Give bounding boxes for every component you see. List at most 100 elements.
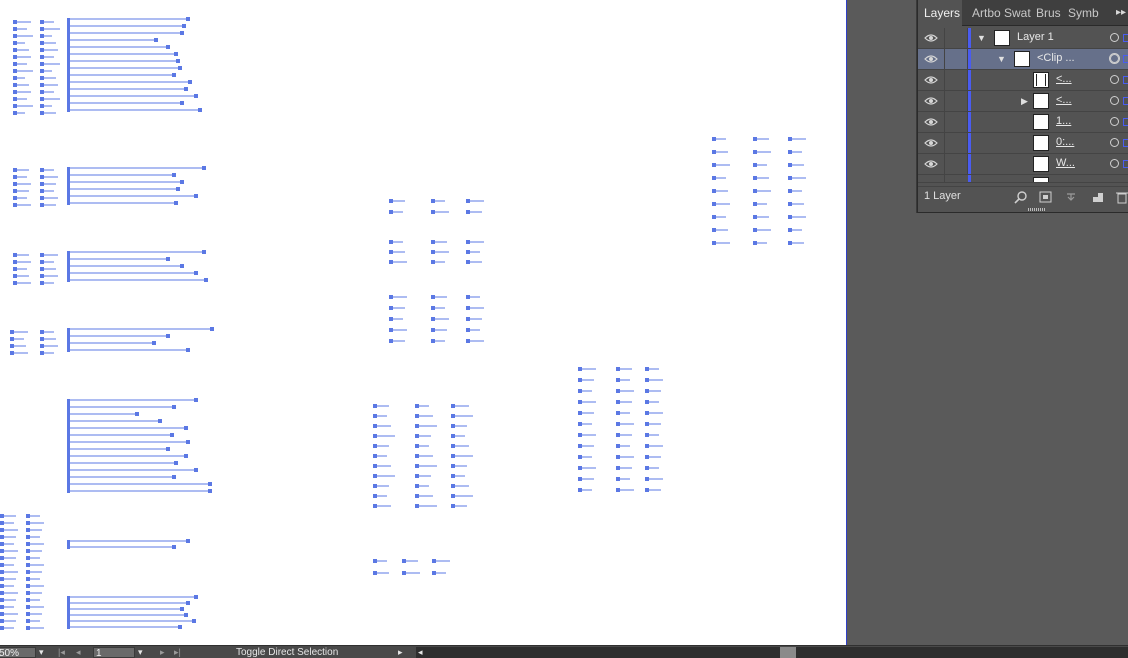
anchor-point[interactable] <box>166 334 170 338</box>
visibility-eye-icon[interactable] <box>918 49 945 69</box>
anchor-point[interactable] <box>186 601 190 605</box>
selection-indicator-square[interactable] <box>1123 139 1128 147</box>
target-circle-icon[interactable] <box>1110 159 1119 168</box>
next-artboard-icon[interactable]: ▸ <box>160 647 165 658</box>
selected-artwork[interactable] <box>0 0 846 645</box>
anchor-point[interactable] <box>186 539 190 543</box>
visibility-eye-icon[interactable] <box>918 175 945 182</box>
layer-row[interactable]: ▼ <Clip ... <box>918 49 1128 70</box>
anchor-point[interactable] <box>186 348 190 352</box>
layer-row[interactable]: ▶ <... <box>918 91 1128 112</box>
layer-row[interactable]: 0:... <box>918 133 1128 154</box>
anchor-point[interactable] <box>172 475 176 479</box>
path-segment[interactable] <box>67 251 70 282</box>
anchor-point[interactable] <box>204 278 208 282</box>
lock-toggle[interactable] <box>945 154 968 174</box>
path-segment[interactable] <box>67 328 70 352</box>
anchor-point[interactable] <box>174 201 178 205</box>
lock-toggle[interactable] <box>945 70 968 90</box>
anchor-point[interactable] <box>178 66 182 70</box>
target-circle-icon[interactable] <box>1110 75 1119 84</box>
target-circle-icon[interactable] <box>1110 54 1119 63</box>
zoom-dropdown-chevron-icon[interactable]: ▾ <box>39 647 44 658</box>
anchor-point[interactable] <box>186 440 190 444</box>
disclosure-triangle-expanded-icon[interactable]: ▼ <box>977 34 986 43</box>
horizontal-scrollbar[interactable]: ◂ <box>416 647 1128 658</box>
anchor-point[interactable] <box>186 17 190 21</box>
make-clipping-mask-icon[interactable] <box>1039 190 1053 204</box>
zoom-field[interactable]: 50% <box>0 647 36 658</box>
anchor-point[interactable] <box>194 94 198 98</box>
anchor-point[interactable] <box>188 80 192 84</box>
lock-toggle[interactable] <box>945 112 968 132</box>
first-artboard-icon[interactable]: |◂ <box>58 647 65 658</box>
scroll-left-icon[interactable]: ◂ <box>418 647 423 658</box>
anchor-point[interactable] <box>184 426 188 430</box>
anchor-point[interactable] <box>182 24 186 28</box>
panel-menu-double-chevron-icon[interactable]: ▸▸ <box>1113 0 1128 25</box>
visibility-eye-icon[interactable] <box>918 28 945 48</box>
anchor-point[interactable] <box>170 433 174 437</box>
anchor-point[interactable] <box>192 619 196 623</box>
anchor-point[interactable] <box>198 108 202 112</box>
panel-resize-grip[interactable] <box>1028 208 1046 211</box>
artboard-dropdown-chevron-icon[interactable]: ▾ <box>138 647 143 658</box>
disclosure-triangle-expanded-icon[interactable]: ▼ <box>997 55 1006 64</box>
anchor-point[interactable] <box>184 87 188 91</box>
visibility-eye-icon[interactable] <box>918 133 945 153</box>
anchor-point[interactable] <box>202 250 206 254</box>
anchor-point[interactable] <box>208 482 212 486</box>
visibility-eye-icon[interactable] <box>918 91 945 111</box>
anchor-point[interactable] <box>202 166 206 170</box>
anchor-point[interactable] <box>180 31 184 35</box>
path-segment[interactable] <box>67 540 70 549</box>
lock-toggle[interactable] <box>945 28 968 48</box>
layer-name[interactable]: <... <box>1056 73 1072 85</box>
anchor-point[interactable] <box>194 468 198 472</box>
anchor-point[interactable] <box>158 419 162 423</box>
layer-row-partial[interactable] <box>918 175 1128 183</box>
artboard-canvas[interactable] <box>0 0 847 645</box>
anchor-point[interactable] <box>194 595 198 599</box>
layer-row[interactable]: W... <box>918 154 1128 175</box>
anchor-point[interactable] <box>172 405 176 409</box>
anchor-point[interactable] <box>174 461 178 465</box>
layer-row[interactable]: <... <box>918 70 1128 91</box>
artboard-number-field[interactable]: 1 <box>93 647 135 658</box>
layer-row[interactable]: 1... <box>918 112 1128 133</box>
anchor-point[interactable] <box>184 613 188 617</box>
selection-indicator-square[interactable] <box>1123 34 1128 42</box>
selection-indicator-square[interactable] <box>1123 76 1128 84</box>
path-segment[interactable] <box>67 399 70 493</box>
target-circle-icon[interactable] <box>1110 138 1119 147</box>
locate-object-icon[interactable] <box>1014 190 1028 204</box>
anchor-point[interactable] <box>172 173 176 177</box>
lock-toggle[interactable] <box>945 133 968 153</box>
delete-trash-icon[interactable] <box>1115 190 1128 204</box>
anchor-point[interactable] <box>166 447 170 451</box>
layer-name[interactable]: 1... <box>1056 115 1071 127</box>
layer-name[interactable]: Layer 1 <box>1017 31 1054 43</box>
layer-name[interactable]: <... <box>1056 94 1072 106</box>
selection-indicator-square[interactable] <box>1123 160 1128 168</box>
tab-layers[interactable]: Layers <box>918 0 962 26</box>
anchor-point[interactable] <box>152 341 156 345</box>
anchor-point[interactable] <box>180 101 184 105</box>
visibility-eye-icon[interactable] <box>918 70 945 90</box>
anchor-point[interactable] <box>180 607 184 611</box>
anchor-point[interactable] <box>176 187 180 191</box>
anchor-point[interactable] <box>184 454 188 458</box>
anchor-point[interactable] <box>166 257 170 261</box>
disclosure-triangle-collapsed-icon[interactable]: ▶ <box>1021 97 1028 106</box>
layer-name[interactable]: W... <box>1056 157 1075 169</box>
layer-name[interactable]: <Clip ... <box>1037 52 1075 64</box>
selection-indicator-square[interactable] <box>1123 118 1128 126</box>
target-circle-icon[interactable] <box>1110 96 1119 105</box>
lock-toggle[interactable] <box>945 91 968 111</box>
layer-name[interactable]: 0:... <box>1056 136 1074 148</box>
anchor-point[interactable] <box>154 38 158 42</box>
anchor-point[interactable] <box>178 625 182 629</box>
selection-indicator-square[interactable] <box>1123 55 1128 63</box>
anchor-point[interactable] <box>172 73 176 77</box>
lock-toggle[interactable] <box>945 49 968 69</box>
